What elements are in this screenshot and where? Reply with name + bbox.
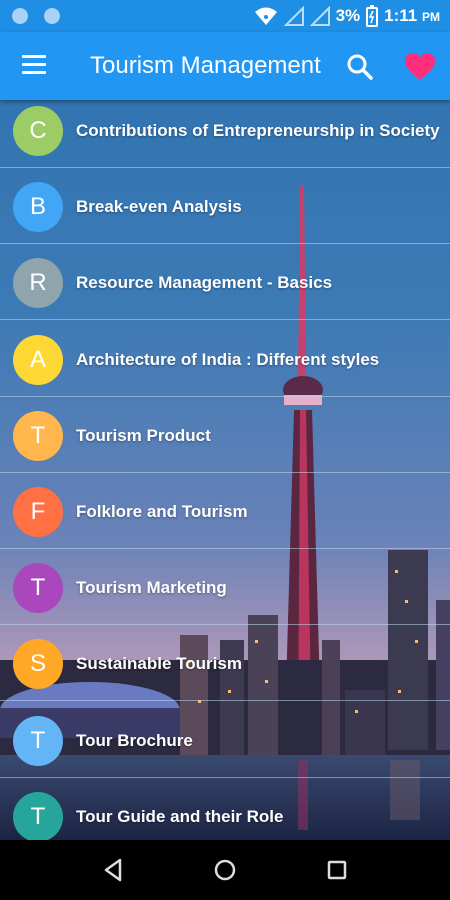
topic-avatar: T <box>13 715 63 766</box>
back-triangle-icon[interactable] <box>98 854 130 886</box>
navigation-bar <box>0 840 450 900</box>
topic-avatar: S <box>13 639 63 690</box>
topic-avatar: T <box>13 563 63 614</box>
hamburger-menu-icon[interactable] <box>18 52 52 80</box>
list-item[interactable]: F Folklore and Tourism <box>0 473 450 549</box>
topic-title: Tour Guide and their Role <box>76 806 284 826</box>
clock-suffix: PM <box>422 10 440 24</box>
home-circle-icon[interactable] <box>209 854 241 886</box>
topic-title: Tourism Product <box>76 425 211 445</box>
topic-avatar: C <box>13 106 63 156</box>
list-item[interactable]: S Sustainable Tourism <box>0 625 450 702</box>
topic-title: Architecture of India : Different styles <box>76 349 380 369</box>
clock-time: 1:11 <box>384 6 418 25</box>
list-item[interactable]: T Tourism Marketing <box>0 549 450 626</box>
app-title: Tourism Management <box>90 52 321 79</box>
notification-dot-icon <box>12 8 28 24</box>
list-item[interactable]: T Tourism Product <box>0 397 450 473</box>
topic-avatar: T <box>13 791 63 840</box>
status-indicators: 3% 1:11 PM <box>254 5 440 27</box>
signal-icon <box>309 6 330 26</box>
topic-avatar: R <box>13 258 63 309</box>
topic-title: Folklore and Tourism <box>76 502 248 521</box>
battery-icon <box>366 5 379 27</box>
topic-title: Tour Brochure <box>76 730 193 750</box>
recents-square-icon[interactable] <box>321 854 353 886</box>
heart-icon[interactable] <box>402 50 438 84</box>
list-item[interactable]: B Break-even Analysis <box>0 168 450 245</box>
topic-title: Tourism Marketing <box>76 578 227 598</box>
list-item[interactable]: R Resource Management - Basics <box>0 244 450 321</box>
search-icon[interactable] <box>343 50 377 84</box>
topic-avatar: F <box>13 487 63 537</box>
list-item[interactable]: A Architecture of India : Different style… <box>0 321 450 397</box>
topic-avatar: A <box>13 334 63 385</box>
topic-avatar: B <box>13 182 63 233</box>
signal-icon <box>283 6 304 26</box>
wifi-icon <box>254 6 278 26</box>
app-bar: Tourism Management <box>0 32 450 100</box>
topic-title: Contributions of Entrepreneurship in Soc… <box>76 121 440 140</box>
notification-dot-icon <box>44 8 60 24</box>
status-clock: 1:11 PM <box>384 6 440 26</box>
list-item[interactable]: T Tour Brochure <box>0 702 450 778</box>
status-bar: 3% 1:11 PM <box>0 0 450 32</box>
topic-title: Break-even Analysis <box>76 197 242 217</box>
topic-avatar: T <box>13 410 63 461</box>
list-item[interactable]: T Tour Guide and their Role <box>0 778 450 840</box>
topic-title: Sustainable Tourism <box>76 654 242 674</box>
battery-percent: 3% <box>335 6 361 25</box>
topics-list: C Contributions of Entrepreneurship in So… <box>0 100 450 840</box>
topic-title: Resource Management - Basics <box>76 273 333 293</box>
list-item[interactable]: C Contributions of Entrepreneurship in So… <box>0 100 450 168</box>
